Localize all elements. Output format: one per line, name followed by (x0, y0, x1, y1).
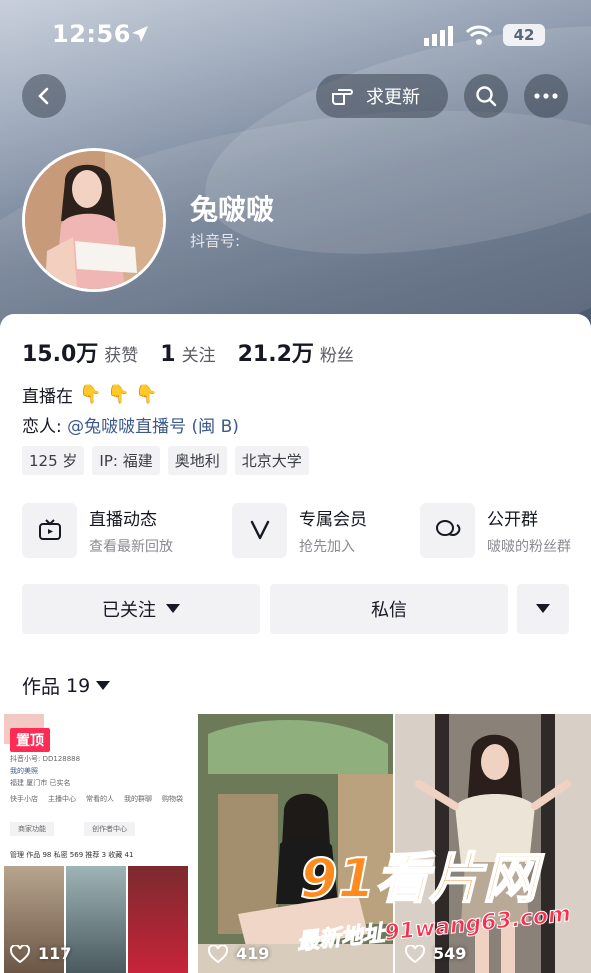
message-label: 私信 (371, 600, 407, 621)
like-count-value: 117 (38, 944, 72, 963)
public-group-entry[interactable]: 公开群 啵啵的粉丝群 (420, 500, 571, 560)
mini-thumb (128, 866, 188, 973)
stat-following-value: 1 (160, 342, 176, 367)
tag-age: 125 岁 (22, 446, 85, 475)
like-count: 117 (10, 944, 71, 963)
mini-line: 福建 厦门市 已实名 (10, 779, 71, 787)
search-icon (476, 86, 497, 107)
stat-likes-label: 获赞 (104, 346, 139, 366)
following-label: 已关注 (102, 600, 156, 621)
heart-icon (10, 944, 30, 963)
bio-text: 直播在 (22, 387, 73, 407)
caret-down-icon (166, 604, 180, 613)
avatar-photo (25, 151, 163, 289)
video-thumbnail[interactable]: 抖音小号: DD128888 我的美照 福建 厦门市 已实名 快手小店 主播中心… (0, 714, 196, 973)
avatar[interactable] (22, 148, 166, 292)
profile-name: 兔啵啵 (190, 193, 275, 226)
back-button[interactable] (22, 74, 66, 118)
chat-icon (420, 502, 475, 558)
hand-point-icon (332, 89, 353, 105)
like-count-value: 549 (433, 944, 467, 963)
v-icon (232, 502, 287, 558)
mini-thumb (66, 866, 126, 973)
tag-ip: IP: 福建 (92, 446, 160, 475)
douyin-id[interactable]: 抖音号: (190, 230, 240, 251)
heart-icon (405, 944, 425, 963)
mini-menu-item: 快手小店 (10, 795, 38, 803)
mini-screenshot: 抖音小号: DD128888 我的美照 福建 厦门市 已实名 快手小店 主播中心… (4, 714, 190, 973)
mini-menu-item: 主播中心 (48, 795, 76, 803)
like-count-value: 419 (236, 944, 270, 963)
mini-menu-item: 我的群聊 (124, 795, 152, 803)
stat-following[interactable]: 1 关注 (160, 341, 215, 367)
more-actions-button[interactable] (517, 584, 569, 634)
bio-line-2: 恋人: @兔啵啵直播号 (闽 B) (22, 412, 239, 437)
works-tab[interactable]: 作品 19 (22, 672, 111, 699)
mini-line: 管理 作品 98 私密 569 推荐 3 收藏 41 (10, 851, 134, 859)
video-photo (198, 714, 393, 973)
pinned-badge: 置顶 (10, 728, 50, 752)
mini-menu: 快手小店 主播中心 常看的人 我的群聊 购物袋 (10, 794, 183, 804)
tag-school[interactable]: 北京大学 (234, 446, 309, 475)
profile-card: 15.0万 获赞 1 关注 21.2万 粉丝 直播在 👇 👇 👇 恋人: @兔啵… (0, 314, 591, 973)
mini-line: 创作者中心 (84, 822, 135, 836)
status-time: 12:56 (52, 20, 131, 48)
caret-down-icon (536, 604, 550, 613)
video-photo (395, 714, 591, 973)
bio-line-1: 直播在 👇 👇 👇 (22, 382, 158, 407)
wifi-icon (466, 25, 492, 45)
mini-id-line: 抖音小号: DD128888 (10, 755, 81, 763)
works-label: 作品 (22, 676, 61, 698)
public-group-subtitle: 啵啵的粉丝群 (487, 538, 571, 555)
mini-line: 商家功能 (10, 822, 54, 836)
heart-icon (208, 944, 228, 963)
more-dots-icon (534, 93, 558, 99)
following-button[interactable]: 已关注 (22, 584, 260, 634)
video-thumbnail[interactable]: 549 (395, 714, 591, 973)
profile-tags: 125 岁 IP: 福建 奥地利 北京大学 (22, 446, 309, 475)
live-updates-entry[interactable]: 直播动态 查看最新回放 (22, 500, 173, 560)
pointing-down-emoji: 👇 👇 👇 (79, 384, 158, 405)
stat-likes[interactable]: 15.0万 获赞 (22, 336, 138, 368)
like-count: 419 (208, 944, 269, 963)
public-group-title: 公开群 (487, 509, 538, 530)
like-count: 549 (405, 944, 466, 963)
stat-fans-label: 粉丝 (319, 346, 354, 366)
stat-fans[interactable]: 21.2万 粉丝 (238, 336, 354, 368)
message-button[interactable]: 私信 (270, 584, 508, 634)
cellular-signal-icon (424, 26, 453, 46)
exclusive-member-entry[interactable]: 专属会员 抢先加入 (232, 500, 367, 560)
request-update-label: 求更新 (366, 87, 420, 108)
mini-menu-item: 常看的人 (86, 795, 114, 803)
status-bar: 12:56 42 (0, 0, 591, 70)
mini-line: 我的美照 (10, 767, 38, 775)
live-updates-title: 直播动态 (89, 509, 157, 530)
feature-row: 直播动态 查看最新回放 专属会员 抢先加入 公开群 啵啵的粉丝群 (22, 500, 591, 560)
chevron-left-icon (38, 87, 49, 105)
request-update-button[interactable]: 求更新 (316, 74, 448, 118)
caret-down-icon (96, 680, 111, 690)
tv-icon (22, 502, 77, 558)
bio-partner-link[interactable]: @兔啵啵直播号 (闽 B) (67, 417, 239, 437)
more-button[interactable] (524, 74, 568, 118)
stat-likes-value: 15.0万 (22, 342, 99, 367)
stat-fans-value: 21.2万 (237, 342, 314, 367)
works-grid: 抖音小号: DD128888 我的美照 福建 厦门市 已实名 快手小店 主播中心… (0, 714, 591, 973)
exclusive-member-subtitle: 抢先加入 (299, 538, 355, 555)
stats-row: 15.0万 获赞 1 关注 21.2万 粉丝 (22, 336, 354, 368)
mini-menu-item: 购物袋 (162, 795, 183, 803)
exclusive-member-title: 专属会员 (299, 509, 367, 530)
action-row: 已关注 私信 (22, 584, 569, 634)
location-arrow-icon (132, 26, 148, 42)
bio-partner-label: 恋人: (22, 417, 68, 437)
works-count: 19 (66, 674, 91, 697)
video-thumbnail[interactable]: 419 (198, 714, 393, 973)
battery-indicator: 42 (503, 24, 545, 46)
live-updates-subtitle: 查看最新回放 (89, 538, 173, 555)
tag-location: 奥地利 (167, 446, 227, 475)
stat-following-label: 关注 (181, 346, 216, 366)
search-button[interactable] (464, 74, 508, 118)
